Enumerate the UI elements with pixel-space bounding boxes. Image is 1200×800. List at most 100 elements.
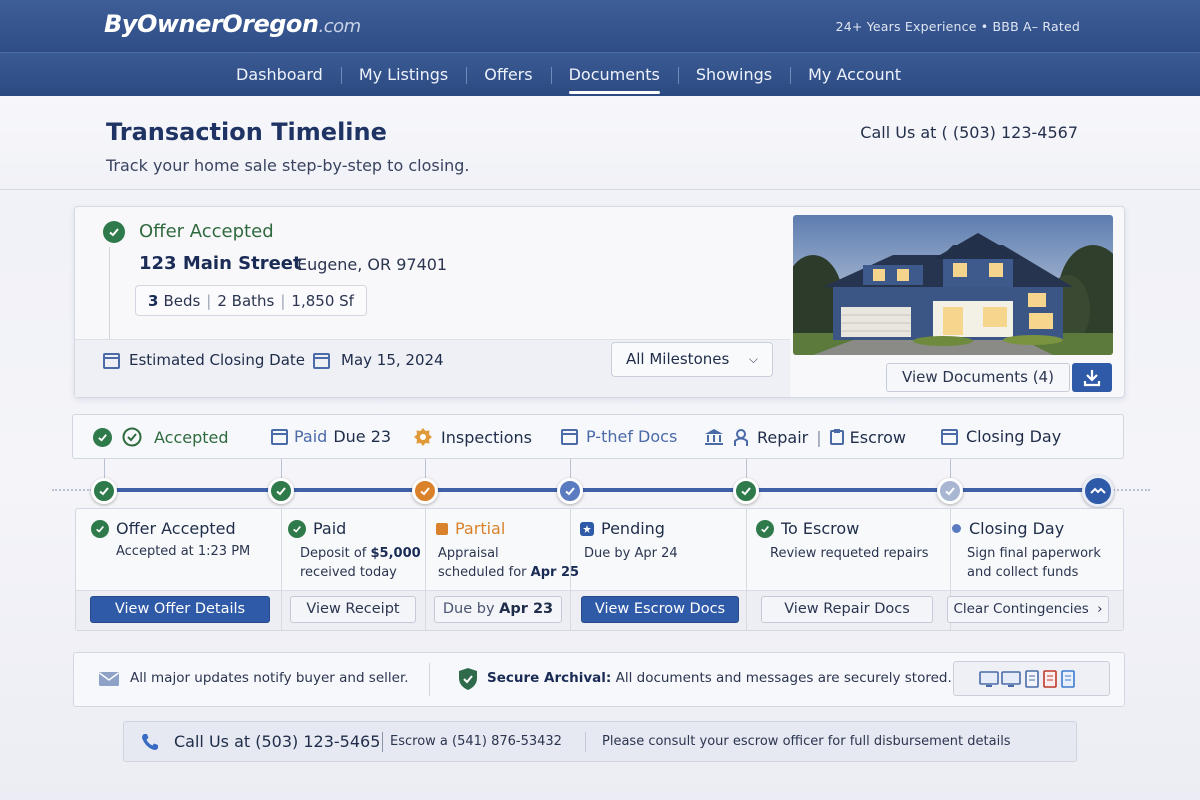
timeline-node-pending[interactable] <box>557 478 583 504</box>
nav-showings[interactable]: Showings <box>677 53 790 97</box>
logo-tld: .com <box>318 16 361 37</box>
scheduled-date: Apr 25 <box>530 565 580 580</box>
view-offer-details-button[interactable]: View Offer Details <box>90 596 270 623</box>
timeline-tick <box>570 459 571 479</box>
disbursement-note: Please consult your escrow officer for f… <box>602 734 1011 749</box>
beds-label: Beds <box>163 291 201 310</box>
view-documents-button[interactable]: View Documents (4) <box>886 363 1070 392</box>
top-header: ByOwnerOregon.com 24+ Years Experience •… <box>0 0 1200 52</box>
closing-date-value: May 15, 2024 <box>341 351 444 369</box>
milestone-closing[interactable]: Closing Day <box>941 427 1061 446</box>
beds-count: 3 <box>148 291 159 310</box>
deposit-text: Deposit of <box>300 546 371 561</box>
device-icons[interactable] <box>953 661 1110 696</box>
envelope-icon <box>99 672 119 686</box>
milestone-paid[interactable]: Paid Due 23 <box>271 427 391 446</box>
timeline-node-closing[interactable] <box>937 478 963 504</box>
milestones-select[interactable]: All Milestones ⌵ <box>611 342 773 377</box>
col-closing-line2: and collect funds <box>967 565 1079 580</box>
col-paid-line1: Deposit of $5,000 <box>300 545 421 563</box>
milestone-inspections-label: Inspections <box>441 427 532 447</box>
progress-dots-right <box>1110 489 1150 491</box>
col-partial-line2: scheduled for Apr 25 <box>438 564 579 582</box>
property-specs: 3 Beds | 2 Baths | 1,850 Sf <box>135 285 367 316</box>
nav-dashboard[interactable]: Dashboard <box>218 53 341 97</box>
check-icon <box>945 487 955 496</box>
col-closing-line1: Sign final paperwork <box>967 546 1101 561</box>
timeline-node-inspection[interactable] <box>412 478 438 504</box>
milestone-paid-label: Paid <box>294 427 328 446</box>
milestone-docs[interactable]: P-thef Docs <box>561 427 677 446</box>
clear-contingencies-button[interactable]: Clear Contingencies › <box>947 596 1109 623</box>
calendar-icon <box>313 353 330 369</box>
view-repair-docs-button[interactable]: View Repair Docs <box>761 596 933 623</box>
check-icon <box>276 487 286 496</box>
milestone-docs-label: P-thef Docs <box>586 427 678 446</box>
divider: | <box>206 291 212 310</box>
timeline-tick <box>746 459 747 479</box>
check-icon <box>565 487 575 496</box>
escrow-phone[interactable]: Escrow a (541) 876-53432 <box>390 734 562 749</box>
timeline-node-accepted[interactable] <box>91 478 117 504</box>
milestone-repair-label: Repair <box>757 427 809 447</box>
pending-icon <box>436 522 448 535</box>
call-us-footer[interactable]: Call Us at (503) 123-5465 <box>174 732 380 751</box>
check-icon <box>288 519 306 538</box>
milestone-repair[interactable]: Repair | Escrow <box>703 427 906 447</box>
progress-dots-left <box>52 489 92 491</box>
divider <box>382 732 383 752</box>
column-divider <box>746 509 747 630</box>
calendar-icon <box>271 428 288 445</box>
col-paid-title-text: Paid <box>313 519 347 538</box>
milestone-accepted[interactable]: Accepted <box>93 427 229 447</box>
nav-offers[interactable]: Offers <box>466 53 550 97</box>
timeline-tick <box>950 459 951 479</box>
divider <box>429 663 430 696</box>
timeline-node-paid[interactable] <box>268 478 294 504</box>
person-icon <box>734 429 748 446</box>
col-partial-title-text: Partial <box>455 519 506 538</box>
col-offer-line1: Accepted at 1:23 PM <box>116 544 251 559</box>
timeline-tick <box>104 459 105 479</box>
timeline-node-escrow[interactable] <box>733 478 759 504</box>
check-icon <box>103 221 125 243</box>
secure-archival-label: Secure Archival: <box>487 670 612 686</box>
column-divider <box>425 509 426 630</box>
col-escrow-line1: Review requeted repairs <box>770 546 929 561</box>
nav-my-listings[interactable]: My Listings <box>340 53 466 97</box>
nav-documents[interactable]: Documents <box>550 53 678 97</box>
card-divider <box>109 247 110 341</box>
col-pending-title-text: Pending <box>601 519 665 538</box>
closing-date-label: Estimated Closing Date <box>129 351 305 369</box>
milestone-details: Offer Accepted Accepted at 1:23 PM View … <box>75 508 1124 631</box>
due-by-button[interactable]: Due by Apr 23 <box>434 596 562 623</box>
calendar-icon <box>103 353 120 369</box>
secure-archival-desc: All documents and messages are securely … <box>615 670 952 686</box>
due-by-date: Apr 23 <box>499 601 554 617</box>
col-paid-title: Paid <box>288 519 346 538</box>
property-photo[interactable] <box>793 215 1113 355</box>
col-escrow-title: To Escrow <box>756 519 859 538</box>
col-closing-title-text: Closing Day <box>969 519 1065 538</box>
site-logo[interactable]: ByOwnerOregon.com <box>104 10 361 38</box>
milestones-select-value: All Milestones <box>626 350 730 368</box>
phone-icon <box>142 734 158 750</box>
page-subtitle: Track your home sale step-by-step to clo… <box>106 156 470 175</box>
property-address: 123 Main Street <box>139 253 302 274</box>
view-escrow-docs-button[interactable]: View Escrow Docs <box>581 596 739 623</box>
milestone-closing-label: Closing Day <box>966 427 1062 446</box>
timeline-tick <box>425 459 426 479</box>
timeline-node-final[interactable] <box>1082 475 1114 507</box>
call-us-top[interactable]: Call Us at ( (503) 123-4567 <box>860 123 1078 142</box>
property-city: Eugene, OR 97401 <box>297 255 448 274</box>
milestone-inspections[interactable]: Inspections <box>413 427 532 447</box>
dot-icon <box>952 524 961 533</box>
download-button[interactable] <box>1072 363 1112 392</box>
view-receipt-button[interactable]: View Receipt <box>290 596 416 623</box>
col-offer-title-text: Offer Accepted <box>116 519 236 538</box>
footer-contact-bar: Call Us at (503) 123-5465 Escrow a (541)… <box>123 721 1077 762</box>
col-closing-title: Closing Day <box>952 519 1064 538</box>
tagline: 24+ Years Experience • BBB A– Rated <box>835 19 1080 34</box>
nav-my-account[interactable]: My Account <box>790 53 919 97</box>
column-divider <box>281 509 282 630</box>
